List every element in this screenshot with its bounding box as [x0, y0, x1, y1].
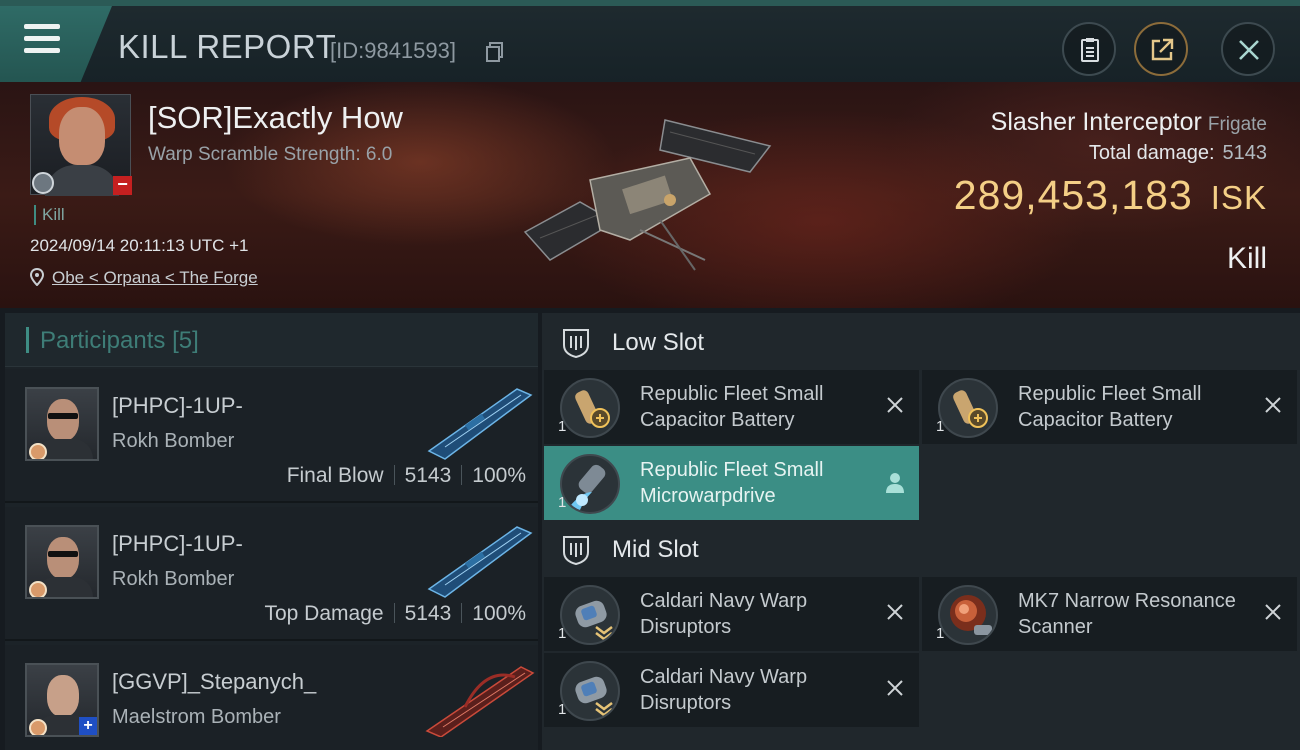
module-name: Republic Fleet Small Microwarpdrive: [640, 459, 824, 507]
participants-count: [5]: [172, 327, 199, 354]
ship-render: [523, 119, 772, 271]
ship-name-line[interactable]: Slasher Interceptor Frigate: [991, 108, 1267, 137]
participant-ship: Rokh Bomber: [112, 568, 235, 590]
result-label: Kill: [1226, 242, 1267, 275]
standing-minus-icon: −: [113, 175, 132, 195]
participant-role: Top Damage: [264, 602, 384, 625]
share-icon: [1151, 38, 1174, 61]
isk-amount: 289,453,183: [953, 172, 1193, 218]
participant-damage: 5143: [404, 464, 452, 487]
warp-disruptor-icon: [560, 585, 620, 645]
participant-avatar[interactable]: +: [25, 663, 99, 737]
participant-role: Final Blow: [286, 464, 384, 487]
destroyed-x-icon: [887, 604, 903, 620]
low-slot-header: Low Slot: [542, 315, 1300, 371]
participant-avatar[interactable]: [25, 525, 99, 599]
participant-ship-image: [425, 666, 535, 737]
module-quantity: 1: [558, 494, 567, 511]
module-item[interactable]: 1 Caldari Navy Warp Disruptors: [544, 653, 919, 727]
module-item[interactable]: 1 Caldari Navy Warp Disruptors: [544, 577, 919, 651]
clipboard-button[interactable]: [1062, 22, 1116, 76]
destroyed-x-icon: [887, 680, 903, 696]
capacitor-battery-icon: [938, 378, 998, 438]
kill-tag: Kill: [34, 205, 65, 225]
module-name: Republic Fleet Small Capacitor Battery: [640, 383, 824, 431]
ship-class: Frigate: [1207, 114, 1267, 135]
module-name: Republic Fleet Small Capacitor Battery: [1018, 383, 1202, 431]
module-item[interactable]: 1 Republic Fleet Small Capacitor Battery: [922, 370, 1297, 444]
participant-percent: 100%: [472, 602, 526, 625]
share-button[interactable]: [1134, 22, 1188, 76]
module-item[interactable]: 1 Republic Fleet Small Capacitor Battery: [544, 370, 919, 444]
participants-panel: Participants [5] [PHPC]-1UP- Rokh Bomber…: [5, 313, 538, 750]
isk-unit: ISK: [1210, 179, 1267, 216]
copy-icon[interactable]: [486, 42, 504, 62]
participant-name: [PHPC]-1UP-: [112, 531, 243, 556]
resonance-scanner-icon: [938, 585, 998, 645]
clipboard-icon: [1081, 38, 1099, 62]
mid-slot-title: Mid Slot: [612, 536, 699, 563]
participant-ship-image: [427, 388, 533, 460]
capacitor-battery-icon: [560, 378, 620, 438]
kill-timestamp: 2024/09/14 20:11:13 UTC +1: [30, 236, 249, 255]
dropped-person-icon: [886, 473, 904, 493]
total-damage-label: Total damage:: [1088, 142, 1215, 164]
mid-slot-icon: [563, 536, 589, 566]
mid-slot-header: Mid Slot: [542, 522, 1300, 578]
ship-name[interactable]: Slasher Interceptor: [991, 108, 1202, 136]
module-name: Caldari Navy Warp Disruptors: [640, 590, 808, 638]
participants-header: Participants [5]: [5, 313, 538, 367]
participant-damage: 5143: [404, 602, 452, 625]
report-id: [ID:9841593]: [330, 38, 456, 63]
plus-badge-icon: +: [79, 717, 97, 735]
microwarpdrive-icon: [560, 454, 620, 514]
victim-name[interactable]: [SOR]Exactly How: [148, 100, 403, 136]
top-bar: KILL REPORT [ID:9841593]: [0, 0, 1300, 82]
location-pin-icon: [30, 268, 44, 286]
destroyed-x-icon: [1265, 604, 1281, 620]
participant-row[interactable]: + [GGVP]_Stepanych_ Maelstrom Bomber: [5, 645, 538, 750]
corp-logo-icon[interactable]: [32, 172, 54, 194]
participant-name: [GGVP]_Stepanych_: [112, 669, 317, 694]
isk-value: 289,453,183 ISK: [954, 172, 1267, 219]
participant-row[interactable]: [PHPC]-1UP- Rokh Bomber Final Blow 5143 10…: [5, 369, 538, 503]
participant-stats: Final Blow 5143 100%: [287, 464, 526, 488]
participants-title: Participants [5]: [40, 327, 199, 354]
menu-icon[interactable]: [24, 22, 62, 56]
warp-scramble-strength: Warp Scramble Strength: 6.0: [148, 144, 393, 165]
participant-ship-image: [427, 526, 533, 598]
total-damage-value: 5143: [1222, 142, 1268, 164]
kill-location[interactable]: Obe < Orpana < The Forge: [30, 268, 258, 288]
location-link[interactable]: Obe < Orpana < The Forge: [52, 268, 258, 287]
module-name: Caldari Navy Warp Disruptors: [640, 666, 808, 714]
module-quantity: 1: [936, 418, 945, 435]
participant-row[interactable]: [PHPC]-1UP- Rokh Bomber Top Damage 5143 10…: [5, 507, 538, 641]
fitting-panel: Low Slot 1 Republic Fleet Small Capacito…: [542, 313, 1300, 750]
module-item-selected[interactable]: 1 Republic Fleet Small Microwarpdrive: [544, 446, 919, 520]
module-quantity: 1: [558, 701, 567, 718]
participant-stats: Top Damage 5143 100%: [264, 602, 526, 626]
close-icon: [1239, 40, 1259, 60]
module-quantity: 1: [936, 625, 945, 642]
module-name: MK7 Narrow Resonance Scanner: [1018, 590, 1236, 638]
kill-banner: − [SOR]Exactly How Warp Scramble Strengt…: [0, 82, 1300, 308]
participant-percent: 100%: [472, 464, 526, 487]
participant-name: [PHPC]-1UP-: [112, 393, 243, 418]
participant-ship: Rokh Bomber: [112, 430, 235, 452]
warp-disruptor-icon: [560, 661, 620, 721]
close-button[interactable]: [1221, 22, 1275, 76]
low-slot-title: Low Slot: [612, 329, 705, 356]
total-damage: Total damage: 5143: [1089, 142, 1267, 165]
participant-ship: Maelstrom Bomber: [112, 706, 281, 728]
page-title: KILL REPORT: [118, 28, 337, 65]
destroyed-x-icon: [1265, 397, 1281, 413]
module-item[interactable]: 1 MK7 Narrow Resonance Scanner: [922, 577, 1297, 651]
low-slot-icon: [563, 329, 589, 359]
destroyed-x-icon: [887, 397, 903, 413]
participant-avatar[interactable]: [25, 387, 99, 461]
module-quantity: 1: [558, 418, 567, 435]
module-quantity: 1: [558, 625, 567, 642]
